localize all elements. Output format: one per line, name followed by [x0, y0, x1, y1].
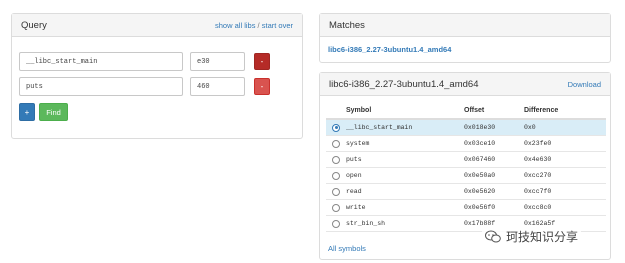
offset-cell: 0x0e50a0	[464, 172, 496, 179]
matches-panel: Matches libc6-i386_2.27-3ubuntu1.4_amd64	[319, 13, 611, 63]
offset-cell: 0x03ce10	[464, 140, 496, 147]
offset-cell: 0x018e30	[464, 124, 496, 131]
query-panel-header: Query show all libs / start over	[12, 14, 302, 37]
table-row[interactable]: write 0x0e56f0 0xcc8c0	[326, 200, 606, 216]
add-row-button[interactable]: +	[19, 103, 35, 121]
offset-cell: 0x0e5620	[464, 188, 496, 195]
links-separator: /	[257, 20, 260, 30]
watermark-text: 珂技知识分享	[506, 230, 579, 244]
symbol-address-input[interactable]: 460	[190, 77, 245, 96]
difference-cell: 0x4e630	[524, 156, 552, 163]
column-header-difference: Difference	[524, 107, 559, 114]
symbol-cell: open	[346, 172, 362, 179]
matches-panel-header: Matches	[320, 14, 610, 37]
match-result-link[interactable]: libc6-i386_2.27-3ubuntu1.4_amd64	[328, 45, 451, 54]
query-panel: Query show all libs / start over __libc_…	[11, 13, 303, 139]
difference-cell: 0x23fe0	[524, 140, 552, 147]
difference-cell: 0xcc8c0	[524, 204, 552, 211]
row-radio[interactable]	[332, 203, 340, 212]
symbol-cell: __libc_start_main	[346, 124, 413, 131]
symbol-cell: read	[346, 188, 362, 195]
row-radio[interactable]	[332, 155, 340, 164]
show-all-libs-link[interactable]: show all libs	[215, 21, 255, 30]
table-row[interactable]: __libc_start_main 0x018e30 0x0	[326, 120, 606, 136]
symbol-address-input[interactable]: e30	[190, 52, 245, 71]
library-detail-header: libc6-i386_2.27-3ubuntu1.4_amd64 Downloa…	[320, 73, 610, 96]
query-title: Query	[21, 19, 47, 31]
row-radio[interactable]	[332, 139, 340, 148]
all-symbols-link[interactable]: All symbols	[328, 244, 366, 253]
row-radio[interactable]	[332, 171, 340, 180]
difference-cell: 0x0	[524, 124, 536, 131]
symbol-cell: str_bin_sh	[346, 220, 386, 227]
column-header-offset: Offset	[464, 107, 485, 114]
row-radio[interactable]	[332, 219, 340, 228]
symbols-table: Symbol Offset Difference __libc_start_ma…	[326, 103, 606, 232]
table-row[interactable]: read 0x0e5620 0xcc7f0	[326, 184, 606, 200]
wechat-icon	[485, 230, 501, 243]
table-row[interactable]: open 0x0e50a0 0xcc270	[326, 168, 606, 184]
query-row: puts 460 -	[19, 77, 270, 96]
table-row[interactable]: system 0x03ce10 0x23fe0	[326, 136, 606, 152]
offset-cell: 0x0e56f0	[464, 204, 496, 211]
difference-cell: 0xcc7f0	[524, 188, 552, 195]
table-row[interactable]: puts 0x067460 0x4e630	[326, 152, 606, 168]
symbol-cell: system	[346, 140, 370, 147]
find-button[interactable]: Find	[39, 103, 68, 121]
start-over-link[interactable]: start over	[262, 21, 293, 30]
symbol-name-input[interactable]: puts	[19, 77, 183, 96]
offset-cell: 0x067460	[464, 156, 496, 163]
matches-title: Matches	[329, 19, 365, 31]
download-link[interactable]: Download	[568, 80, 601, 89]
row-radio[interactable]	[332, 187, 340, 196]
remove-row-button[interactable]: -	[254, 53, 270, 70]
symbol-cell: write	[346, 204, 366, 211]
query-links: show all libs / start over	[215, 21, 293, 30]
table-header: Symbol Offset Difference	[326, 103, 606, 120]
library-title: libc6-i386_2.27-3ubuntu1.4_amd64	[329, 78, 479, 90]
row-radio[interactable]	[332, 123, 340, 132]
column-header-symbol: Symbol	[346, 107, 372, 114]
symbol-cell: puts	[346, 156, 362, 163]
watermark: 珂技知识分享	[482, 226, 582, 247]
symbol-name-input[interactable]: __libc_start_main	[19, 52, 183, 71]
remove-row-button[interactable]: -	[254, 78, 270, 95]
query-row: __libc_start_main e30 -	[19, 52, 270, 71]
difference-cell: 0xcc270	[524, 172, 552, 179]
